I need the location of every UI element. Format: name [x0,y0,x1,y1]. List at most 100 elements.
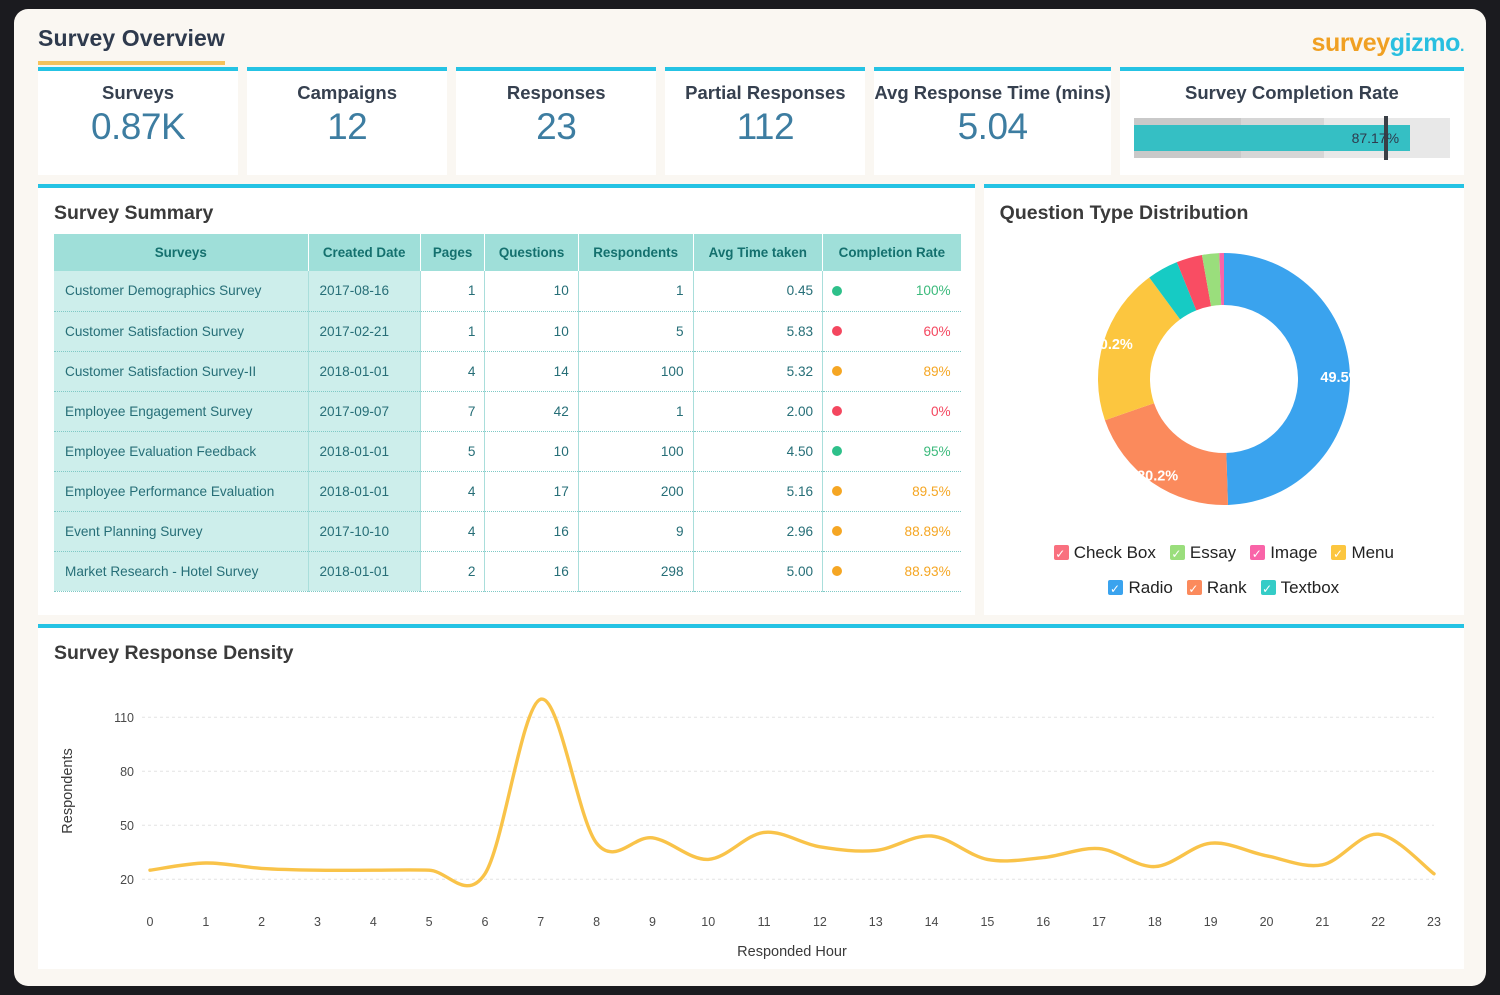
status-dot-green-icon [832,446,843,456]
cell-respondents: 200 [578,471,694,512]
x-axis-tick: 6 [481,915,488,929]
page-title: Survey Overview [38,25,225,65]
x-axis-tick: 22 [1371,915,1385,929]
col-header-pages[interactable]: Pages [420,234,486,271]
legend-item-radio[interactable]: Radio [1108,571,1173,604]
x-axis-tick: 9 [649,915,656,929]
response-density-line-chart[interactable]: 2050801100 1 2 3 4 5 6 7 8 9 10 11 12 13 14 15 16 17 18 19 2… [38,674,1458,964]
response-density-line[interactable] [148,697,1436,888]
kpi-label: Surveys [102,82,175,103]
cell-questions: 10 [484,431,579,472]
cell-completion-rate: 88.89% [822,511,961,552]
legend-label: Textbox [1280,578,1340,598]
legend-checkbox-icon[interactable] [1331,543,1347,566]
question-type-distribution-panel: Question Type Distribution 49.5% 20.2% 20.… [983,184,1464,615]
kpi-value: 112 [736,106,795,147]
x-axis-tick: 4 [370,915,377,929]
legend-item-image[interactable]: Image [1250,536,1317,569]
donut-chart-wrap: 49.5% 20.2% 20.2% Check Box Essay Image Menu R… [984,234,1464,607]
cell-questions: 10 [484,311,579,352]
cell-survey-name: Market Research - Hotel Survey [54,551,309,592]
legend-item-essay[interactable]: Essay [1169,536,1236,569]
cell-respondents: 298 [578,551,694,592]
kpi-label: Avg Response Time (mins) [874,82,1111,103]
kpi-card-completion-rate[interactable]: Survey Completion Rate 87.17% [1119,67,1464,175]
kpi-label: Partial Responses [685,82,846,103]
x-axis-tick: 5 [426,915,433,929]
table-row[interactable]: Customer Demographics Survey 2017-08-16 1 1… [54,271,961,312]
kpi-card-partial-responses[interactable]: Partial Responses 112 [665,67,866,175]
status-dot-amber-icon [832,486,843,496]
legend-checkbox-icon[interactable] [1108,578,1124,601]
y-axis-tick: 50 [120,819,134,833]
table-row[interactable]: Event Planning Survey 2017-10-10 4 16 9 2.96 8… [54,511,961,552]
cell-avg-time-taken: 4.50 [693,431,824,472]
cell-questions: 10 [484,271,579,312]
panel-title-response-density: Survey Response Density [54,642,294,664]
cell-survey-name: Customer Demographics Survey [54,271,309,312]
col-header-respondents[interactable]: Respondents [578,234,694,271]
cell-questions: 16 [484,551,579,592]
x-axis-tick: 16 [1036,915,1050,929]
table-header-row: Surveys Created Date Pages Questions Res… [54,234,961,271]
table-row[interactable]: Employee Performance Evaluation 2018-01-0… [54,471,961,512]
x-axis-tick: 18 [1148,915,1162,929]
legend-item-rank[interactable]: Rank [1186,571,1247,604]
cell-pages: 2 [420,551,486,592]
legend-label: Rank [1206,578,1247,598]
table-row[interactable]: Market Research - Hotel Survey 2018-01-01… [54,551,961,592]
cell-pages: 1 [420,311,486,352]
cell-questions: 17 [484,471,579,512]
cell-completion-rate: 88.93% [822,551,961,592]
kpi-value: 23 [536,106,577,147]
cell-created-date: 2017-08-16 [308,271,421,312]
table-row[interactable]: Customer Satisfaction Survey-II 2018-01-0… [54,351,961,392]
cell-survey-name: Customer Satisfaction Survey [54,311,309,352]
cell-created-date: 2018-01-01 [308,351,421,392]
kpi-card-avg-response-time[interactable]: Avg Response Time (mins) 5.04 [874,67,1111,175]
cell-created-date: 2017-02-21 [308,311,421,352]
cell-questions: 14 [484,351,579,392]
cell-pages: 7 [420,391,486,432]
cell-pages: 4 [420,511,486,552]
legend-item-check-box[interactable]: Check Box [1053,536,1156,569]
kpi-label: Responses [506,82,606,103]
col-header-questions[interactable]: Questions [484,234,579,271]
cell-completion-rate: 60% [822,311,961,352]
kpi-card-responses[interactable]: Responses 23 [456,67,657,175]
cell-created-date: 2017-10-10 [308,511,421,552]
kpi-card-campaigns[interactable]: Campaigns 12 [247,67,448,175]
table-row[interactable]: Employee Evaluation Feedback 2018-01-01 5 1… [54,431,961,472]
status-dot-amber-icon [832,526,843,536]
completion-rate-value: 88.89% [904,523,951,539]
col-header-avg-time-taken[interactable]: Avg Time taken [693,234,824,271]
legend-checkbox-icon[interactable] [1250,543,1266,566]
donut-slice-label: 20.2% [1092,337,1133,353]
cell-created-date: 2018-01-01 [308,431,421,472]
donut-slice-rank[interactable] [1104,403,1228,505]
kpi-label: Campaigns [297,82,397,103]
legend-checkbox-icon[interactable] [1169,543,1185,566]
cell-created-date: 2018-01-01 [308,551,421,592]
legend-item-menu[interactable]: Menu [1331,536,1394,569]
table-row[interactable]: Employee Engagement Survey 2017-09-07 7 42 1… [54,391,961,432]
cell-respondents: 5 [578,311,694,352]
logo-dot: . [1459,38,1464,55]
kpi-row: Surveys 0.87K Campaigns 12 Responses 23 … [14,67,1486,175]
legend-checkbox-icon[interactable] [1260,578,1276,601]
col-header-created-date[interactable]: Created Date [308,234,421,271]
col-header-surveys[interactable]: Surveys [54,234,309,271]
x-axis-tick: 17 [1092,915,1106,929]
col-header-completion-rate[interactable]: Completion Rate [822,234,961,271]
donut-chart[interactable]: 49.5% 20.2% 20.2% [1059,236,1389,526]
legend-checkbox-icon[interactable] [1053,543,1069,566]
legend-item-textbox[interactable]: Textbox [1260,571,1340,604]
y-axis-tick: 110 [114,711,134,725]
table-row[interactable]: Customer Satisfaction Survey 2017-02-21 1 1… [54,311,961,352]
legend-checkbox-icon[interactable] [1186,578,1202,601]
cell-avg-time-taken: 5.00 [693,551,824,592]
middle-row: Survey Summary Surveys Created Date Page… [14,175,1486,615]
survey-summary-panel: Survey Summary Surveys Created Date Page… [38,184,975,615]
legend-label: Radio [1128,578,1173,598]
kpi-card-surveys[interactable]: Surveys 0.87K [38,67,239,175]
